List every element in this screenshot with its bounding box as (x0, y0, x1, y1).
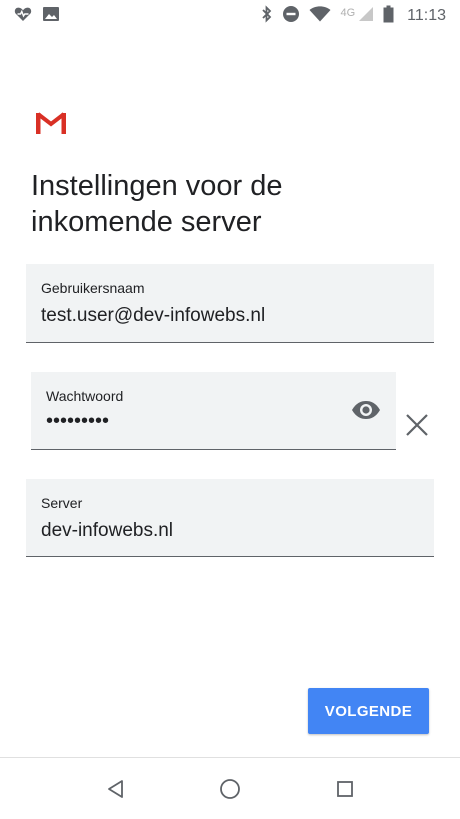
network-type-label: 4G (340, 7, 356, 19)
username-input[interactable] (41, 305, 341, 327)
cell-signal-icon (358, 6, 374, 27)
password-field[interactable]: Wachtwoord ••••••••• (31, 372, 396, 450)
back-triangle-icon[interactable] (103, 776, 129, 802)
server-label: Server (41, 495, 83, 511)
password-label: Wachtwoord (46, 388, 124, 404)
username-field[interactable]: Gebruikersnaam (26, 264, 434, 343)
do-not-disturb-icon (282, 5, 300, 28)
image-icon (42, 6, 60, 27)
status-bar: 4G 11:13 (0, 0, 460, 32)
server-input[interactable] (41, 520, 341, 542)
home-circle-icon[interactable] (217, 776, 243, 802)
password-input[interactable]: ••••••••• (46, 410, 109, 433)
wifi-icon (309, 5, 331, 27)
recents-square-icon[interactable] (332, 776, 358, 802)
status-left (14, 6, 60, 27)
username-label: Gebruikersnaam (41, 280, 145, 296)
status-time: 11:13 (407, 7, 446, 24)
server-field[interactable]: Server (26, 479, 434, 557)
health-icon (14, 6, 32, 27)
gmail-logo-icon (36, 112, 66, 134)
status-right: 4G 11:13 (261, 4, 446, 28)
clear-password-close-icon[interactable] (403, 411, 431, 439)
page-title: Instellingen voor de inkomende server (31, 170, 283, 238)
bluetooth-icon (261, 4, 273, 28)
nav-bar (0, 758, 460, 819)
battery-icon (383, 5, 394, 28)
show-password-eye-icon[interactable] (350, 398, 382, 422)
next-button[interactable]: VOLGENDE (308, 688, 429, 734)
